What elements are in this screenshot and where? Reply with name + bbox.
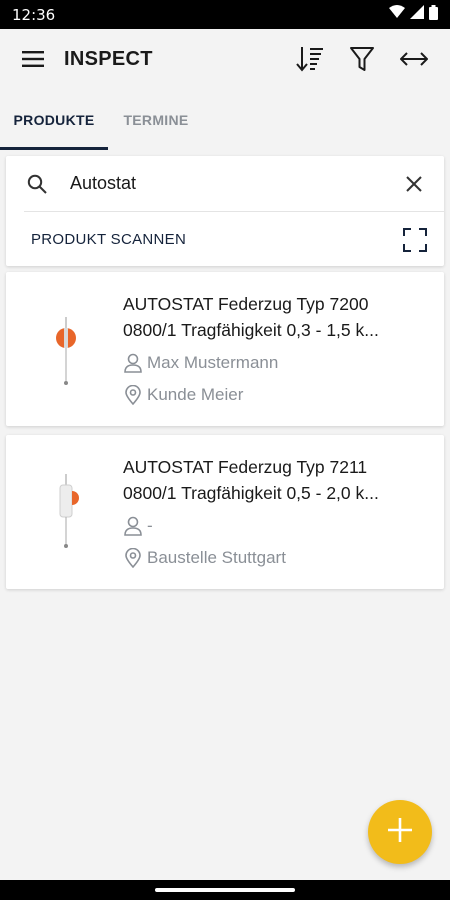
person-name: - xyxy=(147,516,153,535)
battery-icon xyxy=(429,4,438,25)
signal-icon xyxy=(410,5,424,24)
menu-icon[interactable] xyxy=(16,42,50,76)
sort-icon[interactable] xyxy=(284,37,336,81)
product-name-line2: 0800/1 Tragfähigkeit 0,3 - 1,5 k... xyxy=(123,320,379,340)
location-pin-icon xyxy=(123,547,143,569)
plus-icon xyxy=(387,817,413,848)
status-time: 12:36 xyxy=(12,5,56,24)
location-name: Kunde Meier xyxy=(147,385,244,404)
scan-frame-icon[interactable] xyxy=(400,225,430,255)
product-name-line1: AUTOSTAT Federzug Typ 7200 xyxy=(123,294,369,314)
tab-bar: PRODUKTE TERMINE xyxy=(0,89,450,150)
home-handle[interactable] xyxy=(155,888,295,892)
add-button[interactable] xyxy=(368,800,432,864)
product-name-line1: AUTOSTAT Federzug Typ 7211 xyxy=(123,457,368,477)
product-location: Kunde Meier xyxy=(123,384,243,406)
tab-termine[interactable]: TERMINE xyxy=(108,89,204,150)
person-name: Max Mustermann xyxy=(147,353,279,372)
filter-icon[interactable] xyxy=(336,37,388,81)
product-person: - xyxy=(123,515,153,537)
app-title: INSPECT xyxy=(64,47,153,70)
status-bar: 12:36 xyxy=(0,0,450,29)
tab-produkte[interactable]: PRODUKTE xyxy=(0,89,108,150)
content-area: PRODUKT SCANNEN AUTOSTAT Federzug Typ 72… xyxy=(0,150,450,880)
navigation-bar xyxy=(0,880,450,900)
search-row xyxy=(24,156,444,212)
app-bar-actions xyxy=(284,37,440,81)
product-card[interactable]: AUTOSTAT Federzug Typ 7211 0800/1 Tragfä… xyxy=(6,435,444,589)
person-icon xyxy=(123,352,143,374)
person-icon xyxy=(123,515,143,537)
scan-product-button[interactable]: PRODUKT SCANNEN xyxy=(31,231,186,248)
search-icon xyxy=(24,171,50,197)
product-location: Baustelle Stuttgart xyxy=(123,547,286,569)
expand-horizontal-icon[interactable] xyxy=(388,37,440,81)
product-card[interactable]: AUTOSTAT Federzug Typ 7200 0800/1 Tragfä… xyxy=(6,272,444,426)
system-icons xyxy=(389,4,438,25)
product-image xyxy=(28,461,104,561)
close-icon[interactable] xyxy=(396,166,432,202)
product-name-line2: 0800/1 Tragfähigkeit 0,5 - 2,0 k... xyxy=(123,483,379,503)
product-image xyxy=(28,298,104,398)
search-card: PRODUKT SCANNEN xyxy=(6,156,444,266)
scan-row[interactable]: PRODUKT SCANNEN xyxy=(6,213,444,266)
search-input[interactable] xyxy=(70,173,370,194)
location-pin-icon xyxy=(123,384,143,406)
location-name: Baustelle Stuttgart xyxy=(147,548,286,567)
product-person: Max Mustermann xyxy=(123,352,278,374)
app-bar: INSPECT xyxy=(0,29,450,89)
wifi-icon xyxy=(389,5,405,24)
